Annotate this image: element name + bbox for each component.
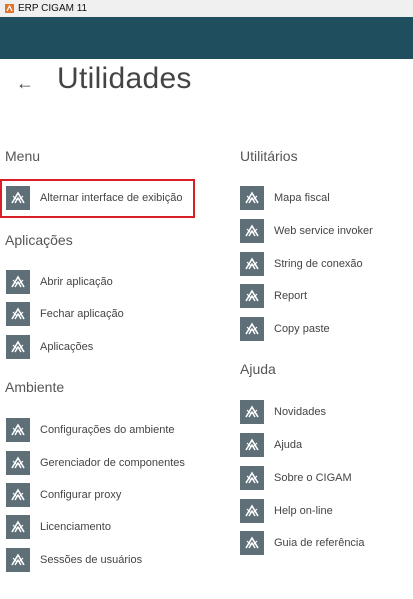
list-item-web-service-invoker[interactable]: Web service invoker — [240, 219, 373, 243]
item-label: Mapa fiscal — [274, 192, 330, 204]
item-label: Configurações do ambiente — [40, 424, 175, 436]
list-item-aplicacoes[interactable]: Aplicações — [6, 335, 93, 359]
list-item-fechar-aplicacao[interactable]: Fechar aplicação — [6, 302, 124, 326]
app-shortcut-icon — [240, 317, 264, 341]
app-shortcut-icon — [6, 335, 30, 359]
list-item-abrir-aplicacao[interactable]: Abrir aplicação — [6, 270, 113, 294]
list-item-novidades[interactable]: Novidades — [240, 400, 326, 424]
item-label: Fechar aplicação — [40, 308, 124, 320]
section-title-ambiente: Ambiente — [5, 379, 65, 395]
item-label: Guia de referência — [274, 537, 365, 549]
page-title: Utilidades — [57, 62, 192, 95]
list-item-report[interactable]: Report — [240, 284, 307, 308]
list-item-gerenciador-componentes[interactable]: Gerenciador de componentes — [6, 451, 185, 475]
item-label: Gerenciador de componentes — [40, 457, 185, 469]
item-label: Sessões de usuários — [40, 554, 143, 566]
app-shortcut-icon — [240, 531, 264, 555]
item-label: Aplicações — [40, 341, 94, 353]
app-shortcut-icon — [240, 186, 264, 210]
item-label: Sobre o CIGAM — [274, 472, 352, 484]
highlight-box — [0, 179, 195, 218]
window-titlebar: ERP CIGAM 11 — [0, 0, 413, 17]
section-title-aplicacoes: Aplicações — [5, 232, 73, 248]
app-shortcut-icon — [240, 284, 264, 308]
list-item-guia-referencia[interactable]: Guia de referência — [240, 531, 365, 555]
item-label: Configurar proxy — [40, 489, 122, 501]
app-shortcut-icon — [240, 252, 264, 276]
app-shortcut-icon — [6, 270, 30, 294]
section-title-utilitarios: Utilitários — [240, 148, 298, 164]
list-item-ajuda[interactable]: Ajuda — [240, 433, 302, 457]
section-title-menu: Menu — [5, 148, 41, 164]
item-label: Novidades — [274, 406, 326, 418]
app-shortcut-icon — [6, 418, 30, 442]
section-title-ajuda: Ajuda — [240, 361, 276, 377]
app-shortcut-icon — [6, 302, 30, 326]
app-shortcut-icon — [240, 499, 264, 523]
list-item-configurar-proxy[interactable]: Configurar proxy — [6, 483, 121, 507]
app-shortcut-icon — [6, 451, 30, 475]
item-label: Help on-line — [274, 505, 333, 517]
app-shortcut-icon — [240, 466, 264, 490]
list-item-sobre-cigam[interactable]: Sobre o CIGAM — [240, 466, 352, 490]
item-label: Copy paste — [274, 323, 330, 335]
item-label: Web service invoker — [274, 225, 373, 237]
app-shortcut-icon — [6, 548, 30, 572]
item-label: String de conexão — [274, 258, 363, 270]
list-item-configuracoes-ambiente[interactable]: Configurações do ambiente — [6, 418, 175, 442]
back-arrow-icon[interactable]: ← — [14, 70, 36, 96]
item-label: Licenciamento — [40, 521, 111, 533]
app-shortcut-icon — [240, 219, 264, 243]
list-item-sessoes-usuarios[interactable]: Sessões de usuários — [6, 548, 142, 572]
item-label: Report — [274, 290, 308, 302]
list-item-help-online[interactable]: Help on-line — [240, 499, 333, 523]
list-item-copy-paste[interactable]: Copy paste — [240, 317, 330, 341]
list-item-string-conexao[interactable]: String de conexão — [240, 252, 363, 276]
list-item-licenciamento[interactable]: Licenciamento — [6, 515, 111, 539]
item-label: Ajuda — [274, 439, 303, 451]
list-item-mapa-fiscal[interactable]: Mapa fiscal — [240, 186, 330, 210]
app-logo-icon — [5, 4, 14, 13]
item-label: Abrir aplicação — [40, 276, 113, 288]
app-shortcut-icon — [6, 483, 30, 507]
app-shortcut-icon — [240, 400, 264, 424]
app-shortcut-icon — [6, 515, 30, 539]
app-shortcut-icon — [240, 433, 264, 457]
window-title: ERP CIGAM 11 — [18, 3, 88, 14]
header-band — [0, 17, 413, 59]
